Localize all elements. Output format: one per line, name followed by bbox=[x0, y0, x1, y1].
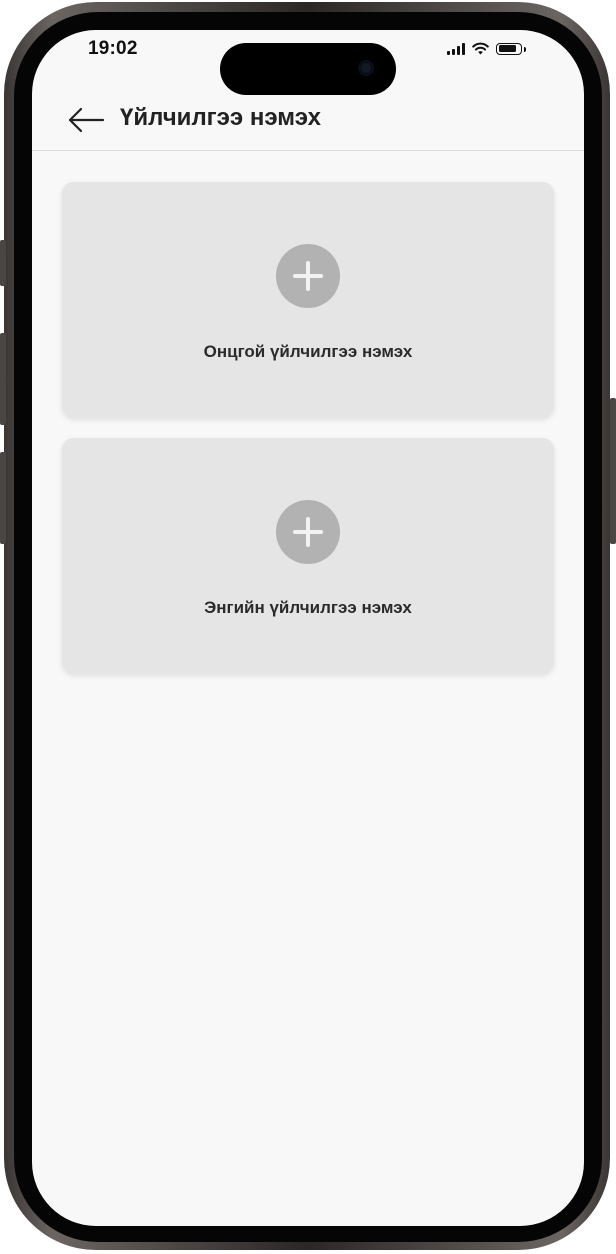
screen: 19:02 Үйлчилгээ нэмэх Онцгой үйлчилгээ н… bbox=[32, 30, 584, 1226]
volume-down-button bbox=[0, 452, 6, 544]
camera-icon bbox=[358, 60, 374, 76]
volume-up-button bbox=[0, 333, 6, 425]
back-button[interactable] bbox=[66, 100, 106, 140]
add-regular-service-card[interactable]: Энгийн үйлчилгээ нэмэх bbox=[62, 438, 554, 674]
plus-circle-icon bbox=[276, 500, 340, 564]
header-divider bbox=[32, 150, 584, 151]
app-header: Үйлчилгээ нэмэх bbox=[32, 90, 584, 150]
wifi-icon bbox=[472, 42, 489, 55]
add-special-service-card[interactable]: Онцгой үйлчилгээ нэмэх bbox=[62, 182, 554, 418]
power-button bbox=[610, 398, 616, 544]
card-label: Онцгой үйлчилгээ нэмэх bbox=[203, 342, 413, 361]
card-label: Энгийн үйлчилгээ нэмэх bbox=[204, 598, 412, 617]
cellular-signal-icon bbox=[447, 42, 465, 55]
status-time: 19:02 bbox=[88, 38, 138, 59]
dynamic-island bbox=[220, 43, 396, 95]
arrow-left-icon bbox=[68, 107, 105, 133]
battery-icon bbox=[496, 42, 526, 55]
page-title: Үйлчилгээ нэмэх bbox=[120, 104, 322, 131]
action-button bbox=[0, 240, 6, 286]
status-icons bbox=[447, 42, 526, 55]
plus-circle-icon bbox=[276, 244, 340, 308]
